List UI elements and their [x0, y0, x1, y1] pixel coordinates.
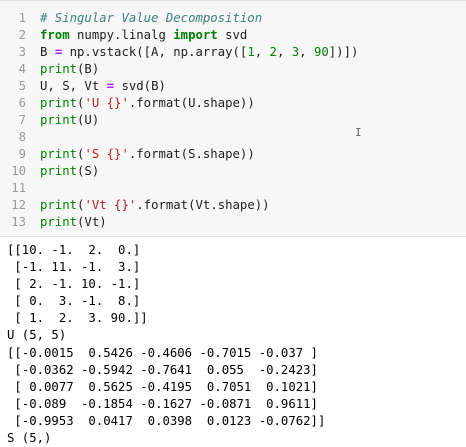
code-token: B — [40, 45, 55, 59]
output-line: [-0.0362 -0.5942 -0.7641 0.055 -0.2423] — [7, 362, 318, 377]
code-token: 'Vt {}' — [84, 198, 137, 212]
code-token: 'S {}' — [84, 147, 129, 161]
code-token: # Singular Value Decomposition — [40, 11, 263, 25]
code-token: = — [106, 79, 115, 93]
code-line[interactable]: 13 print(Vt) — [0, 214, 466, 231]
code-token: 1 — [247, 45, 255, 59]
code-cell[interactable]: 1 # Singular Value Decomposition 2 from num… — [0, 0, 466, 237]
line-number: 2 — [18, 28, 26, 42]
line-number: 1 — [18, 11, 26, 25]
line-number: 11 — [11, 181, 26, 195]
output-line: [ 1. 2. 3. 90.]] — [7, 311, 148, 326]
code-token: print — [40, 96, 78, 110]
code-line[interactable]: 1 # Singular Value Decomposition — [0, 10, 466, 27]
output-line: [[-0.0015 0.5426 -0.4606 -0.7015 -0.037 … — [7, 345, 318, 360]
line-number: 5 — [18, 79, 26, 93]
code-token: np.vstack([A, np.array([ — [62, 45, 248, 59]
line-number: 8 — [18, 130, 26, 144]
code-token: (U) — [77, 113, 100, 127]
code-token: 90 — [313, 45, 329, 59]
line-number: 6 — [18, 96, 26, 110]
code-token: svd(B) — [114, 79, 166, 93]
code-token: print — [40, 147, 78, 161]
code-token: (Vt) — [77, 215, 107, 229]
code-line[interactable]: 12 print('Vt {}'.format(Vt.shape)) — [0, 197, 466, 214]
code-token: .format(Vt.shape)) — [136, 198, 270, 212]
line-number: 10 — [11, 164, 26, 178]
code-token: print — [40, 62, 78, 76]
code-line[interactable]: 8 — [0, 129, 466, 146]
code-token: (B) — [77, 62, 100, 76]
code-token: 2 — [269, 45, 277, 59]
code-line[interactable]: 11 — [0, 180, 466, 197]
code-line[interactable]: 3B = np.vstack([A, np.array([1, 2, 3, 90… — [0, 44, 466, 61]
code-token: 'U {}' — [84, 96, 129, 110]
output-line: S (5,) — [7, 431, 52, 446]
line-number: 3 — [18, 45, 26, 59]
line-number: 4 — [18, 62, 26, 76]
code-token: print — [40, 215, 78, 229]
line-number: 12 — [11, 198, 26, 212]
output-line: [-1. 11. -1. 3.] — [7, 260, 141, 275]
code-token: from — [40, 28, 70, 42]
code-token: U, S, Vt — [40, 79, 107, 93]
code-token: ])]) — [328, 45, 359, 59]
code-line[interactable]: 4 print(B) — [0, 61, 466, 78]
code-line[interactable]: 5 U, S, Vt = svd(B) — [0, 78, 466, 95]
code-token: (S) — [77, 164, 100, 178]
output-line: [-0.9953 0.0417 0.0398 0.0123 -0.0762]] — [7, 413, 326, 428]
code-token: print — [40, 198, 78, 212]
code-token: , — [254, 45, 270, 59]
code-token: print — [40, 164, 78, 178]
output-line: [ 2. -1. 10. -1.] — [7, 277, 141, 292]
output-line: [ 0.0077 0.5625 -0.4195 0.7051 0.1021] — [7, 379, 318, 394]
code-line[interactable]: 6 print('U {}'.format(U.shape)) — [0, 95, 466, 112]
line-number: 9 — [18, 147, 26, 161]
code-line[interactable]: 7 print(U) — [0, 112, 466, 129]
code-line[interactable]: 2 from numpy.linalg import svd — [0, 27, 466, 44]
code-token: print — [40, 113, 78, 127]
code-token: numpy.linalg — [69, 28, 174, 42]
code-token: , — [299, 45, 314, 59]
cell-output: [[10. -1. 2. 0.] [-1. 11. -1. 3.] [ 2. -… — [7, 242, 466, 447]
code-token: svd — [217, 28, 248, 42]
line-number: 7 — [18, 113, 26, 127]
code-token: , — [276, 45, 292, 59]
output-line: [[10. -1. 2. 0.] — [7, 243, 141, 257]
code-token: .format(U.shape)) — [128, 96, 255, 110]
code-line[interactable]: 10 print(S) — [0, 163, 466, 180]
code-line[interactable]: 9 print('S {}'.format(S.shape)) — [0, 146, 466, 163]
text-cursor-icon: I — [355, 126, 362, 139]
output-line: [ 0. 3. -1. 8.] — [7, 294, 141, 309]
code-token: .format(S.shape)) — [128, 147, 255, 161]
code-token: import — [173, 28, 218, 42]
output-line: [-0.089 -0.1854 -0.1627 -0.0871 0.9611] — [7, 396, 318, 411]
line-number: 13 — [11, 215, 26, 229]
output-line: U (5, 5) — [7, 328, 67, 343]
